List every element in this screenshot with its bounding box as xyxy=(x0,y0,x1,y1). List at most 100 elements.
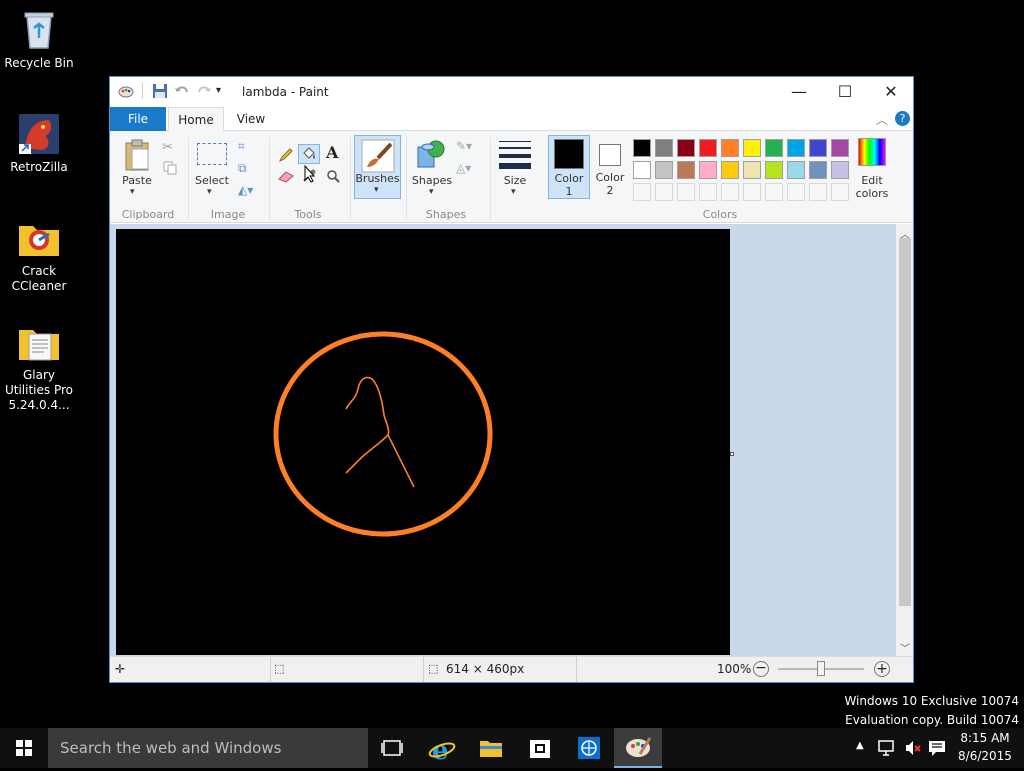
palette-custom-swatch[interactable] xyxy=(677,183,695,201)
fill-with-color-icon[interactable] xyxy=(298,144,320,164)
palette-swatch[interactable] xyxy=(699,161,717,179)
fill-icon[interactable]: ◬▾ xyxy=(456,161,471,175)
action-center-icon[interactable] xyxy=(928,739,946,760)
show-hidden-icons-chevron-up-icon[interactable]: ▲ xyxy=(856,740,864,751)
paste-icon[interactable] xyxy=(124,139,152,174)
palette-swatch[interactable] xyxy=(787,161,805,179)
palette-swatch[interactable] xyxy=(677,139,695,157)
zoom-out-button[interactable]: − xyxy=(753,661,769,677)
tab-home[interactable]: Home xyxy=(168,107,224,132)
paint-taskbar-icon[interactable] xyxy=(614,728,662,768)
help-icon[interactable]: ? xyxy=(895,111,910,126)
zoom-in-button[interactable]: + xyxy=(874,661,890,677)
store-icon[interactable] xyxy=(516,728,564,768)
palette-swatch[interactable] xyxy=(743,139,761,157)
eraser-icon[interactable] xyxy=(278,171,294,186)
palette-swatch[interactable] xyxy=(787,139,805,157)
palette-swatch[interactable] xyxy=(831,161,849,179)
size-chevron-down-icon[interactable]: ▾ xyxy=(511,187,516,197)
clock-date[interactable]: 8/6/2015 xyxy=(955,749,1015,763)
palette-custom-swatch[interactable] xyxy=(655,183,673,201)
internet-explorer-icon[interactable]: e xyxy=(418,728,466,768)
paste-chevron-down-icon[interactable]: ▾ xyxy=(130,187,135,197)
brushes-button[interactable]: Brushes ▾ xyxy=(354,135,401,199)
maximize-button[interactable]: ☐ xyxy=(822,77,868,107)
desktop-icon-recycle-bin[interactable]: Recycle Bin xyxy=(0,8,78,71)
resize-icon[interactable]: ⧉ xyxy=(238,161,247,176)
size-icon[interactable] xyxy=(499,141,531,169)
palette-custom-swatch[interactable] xyxy=(765,183,783,201)
color2-button[interactable]: Color 2 xyxy=(590,135,632,199)
tab-file[interactable]: File xyxy=(110,107,166,131)
copy-icon[interactable] xyxy=(163,161,177,178)
palette-custom-swatch[interactable] xyxy=(633,183,651,201)
tab-view[interactable]: View xyxy=(226,107,276,131)
task-view-icon[interactable] xyxy=(368,728,416,768)
outline-icon[interactable]: ✎▾ xyxy=(456,139,472,153)
text-tool-icon[interactable]: A xyxy=(326,143,338,162)
shapes-chevron-down-icon[interactable]: ▾ xyxy=(429,187,434,197)
paste-button[interactable]: Paste xyxy=(118,174,156,187)
palette-swatch[interactable] xyxy=(721,161,739,179)
palette-swatch[interactable] xyxy=(633,161,651,179)
customize-qat-chevron-down-icon[interactable]: ▾ xyxy=(216,83,232,99)
edit-colors-button-line2[interactable]: colors xyxy=(850,187,894,200)
volume-muted-icon[interactable] xyxy=(904,739,922,760)
palette-swatch[interactable] xyxy=(633,139,651,157)
palette-swatch[interactable] xyxy=(655,161,673,179)
palette-swatch[interactable] xyxy=(677,161,695,179)
palette-custom-swatch[interactable] xyxy=(743,183,761,201)
desktop-icon-glary-utilities[interactable]: Glary Utilities Pro 5.24.0.4... xyxy=(0,320,78,413)
select-icon[interactable] xyxy=(197,143,227,165)
palette-swatch[interactable] xyxy=(743,161,761,179)
palette-custom-swatch[interactable] xyxy=(809,183,827,201)
desktop-icon-crack-ccleaner[interactable]: Crack CCleaner xyxy=(0,216,78,294)
search-box[interactable]: Search the web and Windows xyxy=(48,728,368,768)
pencil-icon[interactable] xyxy=(278,147,294,166)
size-button[interactable]: Size xyxy=(496,174,534,187)
minimize-ribbon-chevron-up-icon[interactable]: ︿ xyxy=(876,111,888,128)
palette-swatch[interactable] xyxy=(765,139,783,157)
palette-swatch[interactable] xyxy=(655,139,673,157)
color1-button[interactable]: Color 1 xyxy=(548,135,590,199)
redo-icon[interactable] xyxy=(196,83,212,99)
palette-custom-swatch[interactable] xyxy=(721,183,739,201)
brushes-label: Brushes xyxy=(355,172,400,185)
palette-custom-swatch[interactable] xyxy=(787,183,805,201)
canvas-resize-handle[interactable] xyxy=(730,452,734,456)
start-button[interactable] xyxy=(0,728,48,768)
save-icon[interactable] xyxy=(152,83,168,99)
desktop-icon-retrozilla[interactable]: RetroZilla xyxy=(0,112,78,175)
file-explorer-icon[interactable] xyxy=(467,728,515,768)
network-icon[interactable] xyxy=(878,739,896,760)
palette-swatch[interactable] xyxy=(765,161,783,179)
clock-time[interactable]: 8:15 AM xyxy=(955,731,1015,745)
network-globe-icon[interactable] xyxy=(565,728,613,768)
paint-app-icon[interactable] xyxy=(118,83,134,99)
minimize-button[interactable]: — xyxy=(776,77,822,107)
magnifier-icon[interactable] xyxy=(326,169,340,186)
undo-icon[interactable] xyxy=(174,83,190,99)
crop-icon[interactable]: ⌗ xyxy=(238,139,245,154)
edit-colors-button-line1[interactable]: Edit xyxy=(850,174,894,187)
palette-swatch[interactable] xyxy=(809,161,827,179)
drawing-canvas[interactable] xyxy=(116,229,730,655)
palette-swatch[interactable] xyxy=(831,139,849,157)
palette-swatch[interactable] xyxy=(699,139,717,157)
select-chevron-down-icon[interactable]: ▾ xyxy=(207,187,212,197)
vertical-scrollbar[interactable]: ︿ ﹀ xyxy=(896,224,913,656)
rotate-icon[interactable]: ◭▾ xyxy=(238,183,253,197)
zoom-slider-thumb[interactable] xyxy=(817,661,825,676)
cut-icon[interactable]: ✂ xyxy=(162,140,173,155)
scrollbar-thumb[interactable] xyxy=(899,238,911,606)
palette-swatch[interactable] xyxy=(721,139,739,157)
edit-colors-icon[interactable] xyxy=(858,138,886,166)
palette-custom-swatch[interactable] xyxy=(699,183,717,201)
close-button[interactable]: ✕ xyxy=(868,77,914,107)
shapes-icon[interactable] xyxy=(416,139,448,172)
palette-custom-swatch[interactable] xyxy=(831,183,849,201)
shapes-button[interactable]: Shapes xyxy=(408,174,456,187)
palette-swatch[interactable] xyxy=(809,139,827,157)
select-button[interactable]: Select xyxy=(192,174,232,187)
scroll-down-chevron-down-icon[interactable]: ﹀ xyxy=(900,640,910,655)
